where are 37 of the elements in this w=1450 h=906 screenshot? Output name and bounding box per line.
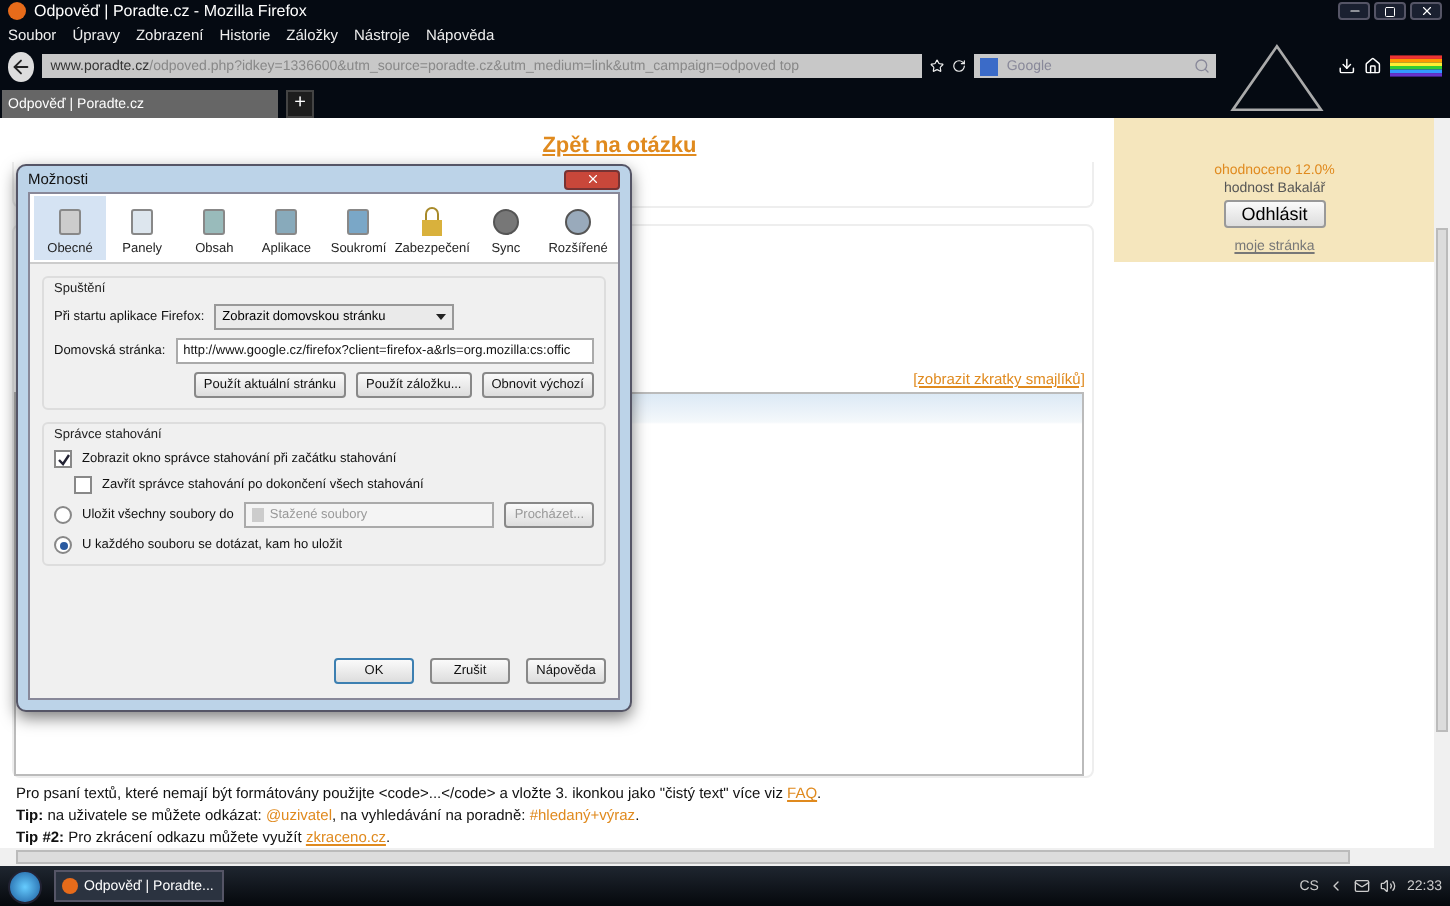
close-icon <box>585 172 599 186</box>
star-icon[interactable] <box>930 58 945 74</box>
preferences-pane-icon <box>564 206 592 238</box>
window-title: Odpověď | Poradte.cz - Mozilla Firefox <box>34 2 307 20</box>
rainbow-drawing <box>1389 52 1442 80</box>
start-button[interactable] <box>8 869 42 903</box>
home-icon[interactable] <box>1363 56 1382 76</box>
preferences-pane-icon <box>418 206 447 238</box>
preferences-pane-icon <box>272 206 301 238</box>
firefox-logo-icon <box>8 2 26 20</box>
maximize-icon <box>1384 5 1396 17</box>
preferences-pane-icon <box>491 206 520 238</box>
close-button[interactable] <box>564 169 620 189</box>
back-button[interactable] <box>8 51 35 81</box>
maximize-button[interactable] <box>1374 2 1406 20</box>
close-icon <box>1419 4 1433 18</box>
minimize-icon <box>1347 4 1361 18</box>
preferences-pane-icon <box>128 206 157 238</box>
logout-button[interactable]: Odhlásit <box>1223 200 1326 228</box>
preferences-pane-icon <box>200 206 229 238</box>
vertical-scrollbar[interactable] <box>1434 118 1450 848</box>
checkbox[interactable] <box>74 476 92 494</box>
checkmark-icon <box>57 453 69 465</box>
download-icon[interactable] <box>1337 56 1356 76</box>
mail-icon[interactable] <box>1354 878 1371 894</box>
preferences-pane-icon <box>56 206 85 238</box>
horizontal-scrollbar[interactable] <box>0 848 1450 866</box>
preferences-pane-icon <box>344 206 373 238</box>
close-button[interactable] <box>1410 2 1442 20</box>
caret-icon <box>436 314 447 320</box>
back-arrow-icon <box>10 55 33 77</box>
reload-icon[interactable] <box>952 58 967 74</box>
volume-icon[interactable] <box>1380 878 1397 894</box>
minimize-button[interactable] <box>1338 2 1370 20</box>
checkbox[interactable] <box>54 450 72 468</box>
new-tab-button[interactable]: + <box>286 90 314 118</box>
radio-button[interactable] <box>54 536 72 554</box>
